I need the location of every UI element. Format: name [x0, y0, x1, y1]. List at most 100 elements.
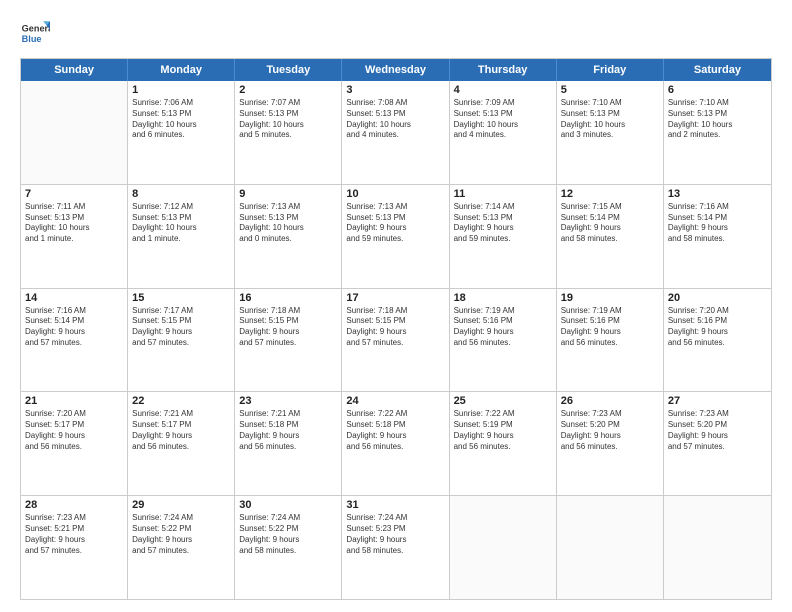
calendar-cell-14: 14 Sunrise: 7:16 AM Sunset: 5:14 PM Dayli…	[21, 289, 128, 392]
calendar-cell-6: 6 Sunrise: 7:10 AM Sunset: 5:13 PM Daylig…	[664, 81, 771, 184]
cell-info: Sunrise: 7:13 AM Sunset: 5:13 PM Dayligh…	[346, 202, 444, 245]
calendar-cell-21: 21 Sunrise: 7:20 AM Sunset: 5:17 PM Dayli…	[21, 392, 128, 495]
cell-info: Sunrise: 7:06 AM Sunset: 5:13 PM Dayligh…	[132, 98, 230, 141]
calendar-cell-11: 11Sunrise: 7:14 AM Sunset: 5:13 PM Dayli…	[450, 185, 557, 288]
cell-info: Sunrise: 7:20 AM Sunset: 5:16 PM Dayligh…	[668, 306, 767, 349]
cell-info: Sunrise: 7:14 AM Sunset: 5:13 PM Dayligh…	[454, 202, 552, 245]
header-day-sunday: Sunday	[21, 59, 128, 81]
day-number: 17	[346, 292, 444, 304]
calendar-row-2: 7 Sunrise: 7:11 AM Sunset: 5:13 PM Daylig…	[21, 185, 771, 289]
cell-info: Sunrise: 7:08 AM Sunset: 5:13 PM Dayligh…	[346, 98, 444, 141]
day-number: 25	[454, 395, 552, 407]
cell-info: Sunrise: 7:11 AM Sunset: 5:13 PM Dayligh…	[25, 202, 123, 245]
calendar-row-1: 1 Sunrise: 7:06 AM Sunset: 5:13 PM Daylig…	[21, 81, 771, 185]
calendar-cell-12: 12Sunrise: 7:15 AM Sunset: 5:14 PM Dayli…	[557, 185, 664, 288]
calendar-cell-31: 31 Sunrise: 7:24 AM Sunset: 5:23 PM Dayli…	[342, 496, 449, 599]
header-day-monday: Monday	[128, 59, 235, 81]
cell-info: Sunrise: 7:21 AM Sunset: 5:18 PM Dayligh…	[239, 409, 337, 452]
calendar-row-5: 28 Sunrise: 7:23 AM Sunset: 5:21 PM Dayli…	[21, 496, 771, 599]
calendar-cell-empty	[21, 81, 128, 184]
cell-info: Sunrise: 7:16 AM Sunset: 5:14 PM Dayligh…	[668, 202, 767, 245]
svg-text:Blue: Blue	[22, 34, 42, 44]
cell-info: Sunrise: 7:18 AM Sunset: 5:15 PM Dayligh…	[239, 306, 337, 349]
calendar-cell-2: 2 Sunrise: 7:07 AM Sunset: 5:13 PM Daylig…	[235, 81, 342, 184]
calendar-cell-17: 17 Sunrise: 7:18 AM Sunset: 5:15 PM Dayli…	[342, 289, 449, 392]
day-number: 22	[132, 395, 230, 407]
calendar-cell-4: 4 Sunrise: 7:09 AM Sunset: 5:13 PM Daylig…	[450, 81, 557, 184]
cell-info: Sunrise: 7:09 AM Sunset: 5:13 PM Dayligh…	[454, 98, 552, 141]
day-number: 27	[668, 395, 767, 407]
calendar-cell-16: 16 Sunrise: 7:18 AM Sunset: 5:15 PM Dayli…	[235, 289, 342, 392]
cell-info: Sunrise: 7:17 AM Sunset: 5:15 PM Dayligh…	[132, 306, 230, 349]
cell-info: Sunrise: 7:24 AM Sunset: 5:22 PM Dayligh…	[239, 513, 337, 556]
header-day-friday: Friday	[557, 59, 664, 81]
logo-icon: General Blue	[20, 18, 50, 48]
day-number: 31	[346, 499, 444, 511]
day-number: 20	[668, 292, 767, 304]
cell-info: Sunrise: 7:16 AM Sunset: 5:14 PM Dayligh…	[25, 306, 123, 349]
svg-text:General: General	[22, 23, 50, 33]
day-number: 18	[454, 292, 552, 304]
calendar-cell-8: 8 Sunrise: 7:12 AM Sunset: 5:13 PM Daylig…	[128, 185, 235, 288]
cell-info: Sunrise: 7:23 AM Sunset: 5:20 PM Dayligh…	[561, 409, 659, 452]
day-number: 30	[239, 499, 337, 511]
day-number: 1	[132, 84, 230, 96]
calendar-cell-5: 5 Sunrise: 7:10 AM Sunset: 5:13 PM Daylig…	[557, 81, 664, 184]
day-number: 29	[132, 499, 230, 511]
logo: General Blue	[20, 18, 50, 48]
day-number: 5	[561, 84, 659, 96]
day-number: 21	[25, 395, 123, 407]
day-number: 10	[346, 188, 444, 200]
day-number: 4	[454, 84, 552, 96]
cell-info: Sunrise: 7:15 AM Sunset: 5:14 PM Dayligh…	[561, 202, 659, 245]
day-number: 8	[132, 188, 230, 200]
day-number: 14	[25, 292, 123, 304]
cell-info: Sunrise: 7:07 AM Sunset: 5:13 PM Dayligh…	[239, 98, 337, 141]
header-day-thursday: Thursday	[450, 59, 557, 81]
calendar-cell-empty	[450, 496, 557, 599]
cell-info: Sunrise: 7:10 AM Sunset: 5:13 PM Dayligh…	[561, 98, 659, 141]
cell-info: Sunrise: 7:23 AM Sunset: 5:21 PM Dayligh…	[25, 513, 123, 556]
cell-info: Sunrise: 7:18 AM Sunset: 5:15 PM Dayligh…	[346, 306, 444, 349]
day-number: 26	[561, 395, 659, 407]
calendar-cell-1: 1 Sunrise: 7:06 AM Sunset: 5:13 PM Daylig…	[128, 81, 235, 184]
calendar-cell-9: 9 Sunrise: 7:13 AM Sunset: 5:13 PM Daylig…	[235, 185, 342, 288]
calendar-cell-28: 28 Sunrise: 7:23 AM Sunset: 5:21 PM Dayli…	[21, 496, 128, 599]
calendar-header: SundayMondayTuesdayWednesdayThursdayFrid…	[21, 59, 771, 81]
cell-info: Sunrise: 7:12 AM Sunset: 5:13 PM Dayligh…	[132, 202, 230, 245]
day-number: 2	[239, 84, 337, 96]
cell-info: Sunrise: 7:13 AM Sunset: 5:13 PM Dayligh…	[239, 202, 337, 245]
calendar-row-4: 21 Sunrise: 7:20 AM Sunset: 5:17 PM Dayli…	[21, 392, 771, 496]
calendar-cell-23: 23 Sunrise: 7:21 AM Sunset: 5:18 PM Dayli…	[235, 392, 342, 495]
day-number: 6	[668, 84, 767, 96]
day-number: 9	[239, 188, 337, 200]
calendar-cell-19: 19 Sunrise: 7:19 AM Sunset: 5:16 PM Dayli…	[557, 289, 664, 392]
calendar-cell-3: 3Sunrise: 7:08 AM Sunset: 5:13 PM Daylig…	[342, 81, 449, 184]
day-number: 24	[346, 395, 444, 407]
day-number: 19	[561, 292, 659, 304]
cell-info: Sunrise: 7:22 AM Sunset: 5:19 PM Dayligh…	[454, 409, 552, 452]
day-number: 7	[25, 188, 123, 200]
calendar-cell-18: 18Sunrise: 7:19 AM Sunset: 5:16 PM Dayli…	[450, 289, 557, 392]
calendar-cell-empty	[664, 496, 771, 599]
calendar-cell-30: 30 Sunrise: 7:24 AM Sunset: 5:22 PM Dayli…	[235, 496, 342, 599]
cell-info: Sunrise: 7:19 AM Sunset: 5:16 PM Dayligh…	[561, 306, 659, 349]
header-day-tuesday: Tuesday	[235, 59, 342, 81]
day-number: 23	[239, 395, 337, 407]
cell-info: Sunrise: 7:24 AM Sunset: 5:22 PM Dayligh…	[132, 513, 230, 556]
calendar-row-3: 14 Sunrise: 7:16 AM Sunset: 5:14 PM Dayli…	[21, 289, 771, 393]
calendar-cell-29: 29 Sunrise: 7:24 AM Sunset: 5:22 PM Dayli…	[128, 496, 235, 599]
cell-info: Sunrise: 7:23 AM Sunset: 5:20 PM Dayligh…	[668, 409, 767, 452]
calendar-cell-26: 26 Sunrise: 7:23 AM Sunset: 5:20 PM Dayli…	[557, 392, 664, 495]
calendar-cell-24: 24Sunrise: 7:22 AM Sunset: 5:18 PM Dayli…	[342, 392, 449, 495]
cell-info: Sunrise: 7:10 AM Sunset: 5:13 PM Dayligh…	[668, 98, 767, 141]
header-day-wednesday: Wednesday	[342, 59, 449, 81]
day-number: 15	[132, 292, 230, 304]
cell-info: Sunrise: 7:24 AM Sunset: 5:23 PM Dayligh…	[346, 513, 444, 556]
day-number: 28	[25, 499, 123, 511]
calendar-cell-27: 27 Sunrise: 7:23 AM Sunset: 5:20 PM Dayli…	[664, 392, 771, 495]
calendar: SundayMondayTuesdayWednesdayThursdayFrid…	[20, 58, 772, 600]
calendar-cell-15: 15 Sunrise: 7:17 AM Sunset: 5:15 PM Dayli…	[128, 289, 235, 392]
cell-info: Sunrise: 7:20 AM Sunset: 5:17 PM Dayligh…	[25, 409, 123, 452]
day-number: 16	[239, 292, 337, 304]
